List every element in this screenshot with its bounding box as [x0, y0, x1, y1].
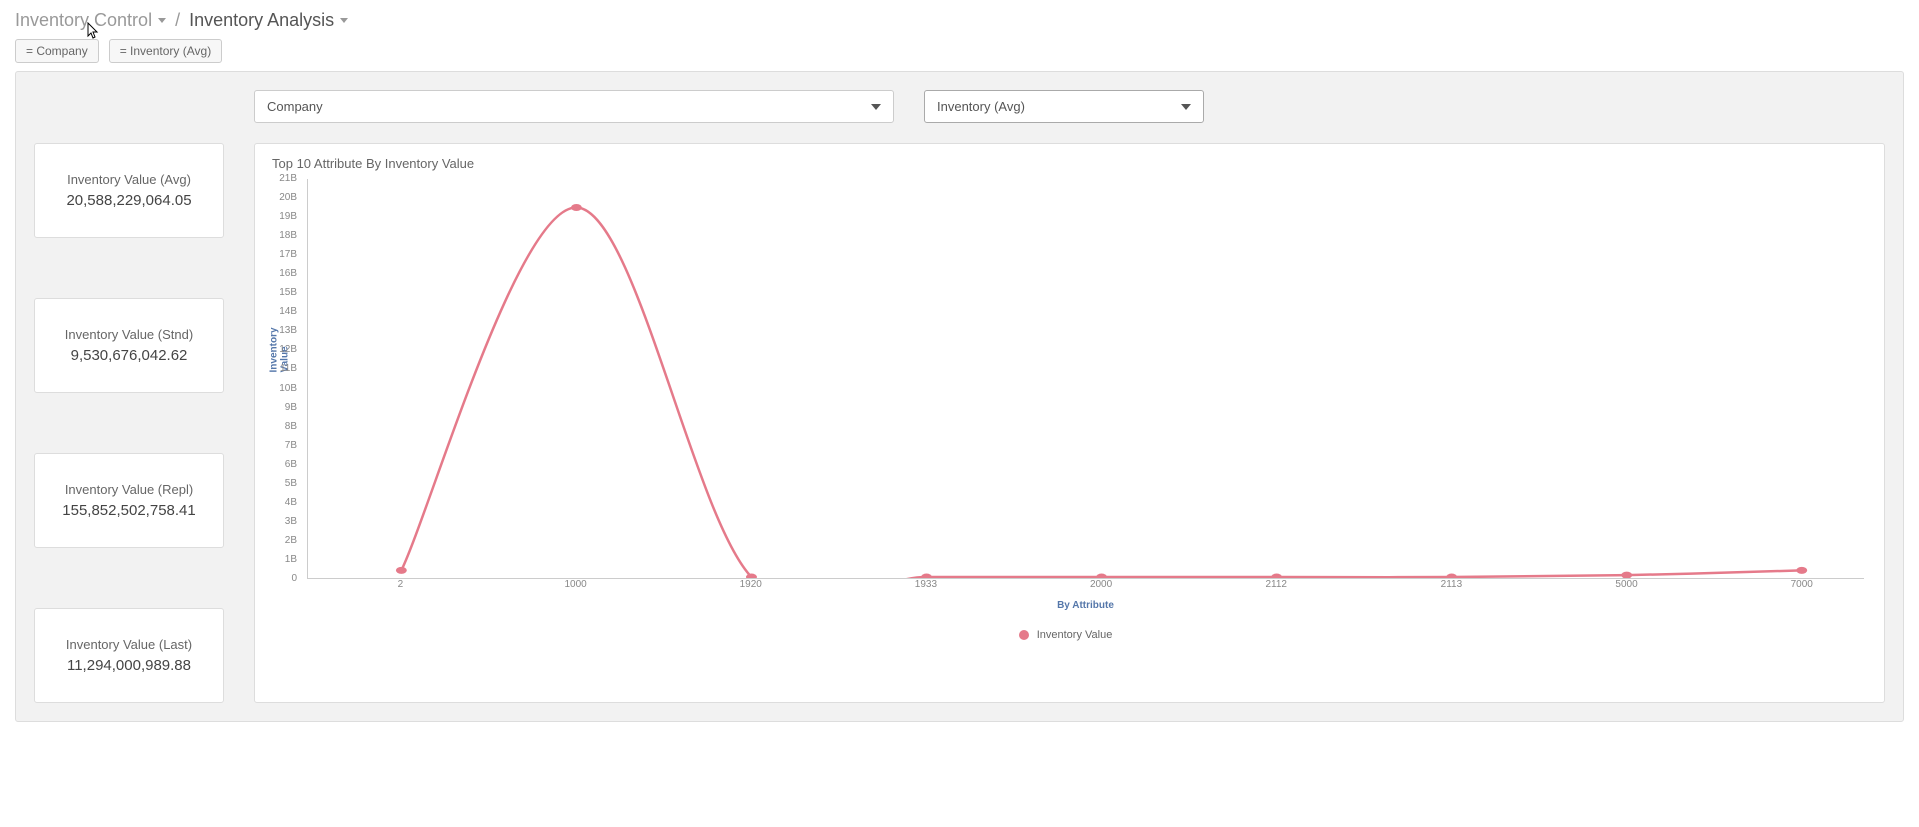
y-tick: 7B [285, 440, 297, 451]
data-point[interactable] [921, 574, 932, 578]
breadcrumb-parent[interactable]: Inventory Control [15, 10, 166, 31]
x-tick: 5000 [1615, 579, 1637, 590]
chip-inventory-avg[interactable]: = Inventory (Avg) [109, 39, 223, 63]
company-dropdown-label: Company [267, 99, 323, 114]
x-tick: 7000 [1791, 579, 1813, 590]
kpi-inventory-value-stnd: Inventory Value (Stnd) 9,530,676,042.62 [34, 298, 224, 393]
chart-area: Inventory Value 01B2B3B4B5B6B7B8B9B10B11… [267, 179, 1864, 609]
kpi-value: 11,294,000,989.88 [67, 657, 191, 674]
y-tick: 11B [280, 363, 297, 374]
kpi-inventory-value-last: Inventory Value (Last) 11,294,000,989.88 [34, 608, 224, 703]
caret-down-icon [340, 18, 348, 23]
y-tick: 16B [279, 268, 297, 279]
data-point[interactable] [1796, 567, 1807, 574]
chart-plot[interactable] [307, 179, 1864, 579]
kpi-label: Inventory Value (Avg) [67, 172, 191, 187]
data-point[interactable] [396, 567, 407, 574]
caret-down-icon [871, 104, 881, 110]
y-tick: 1B [285, 554, 297, 565]
y-tick: 14B [279, 306, 297, 317]
chart-line [401, 207, 1801, 578]
kpi-label: Inventory Value (Repl) [65, 482, 193, 497]
chart-svg [308, 179, 1864, 578]
y-tick: 4B [285, 497, 297, 508]
y-tick: 17B [279, 249, 297, 260]
y-tick: 12B [279, 344, 297, 355]
kpi-column: Inventory Value (Avg) 20,588,229,064.05 … [34, 143, 254, 703]
breadcrumb-separator: / [175, 10, 180, 31]
x-axis: 2 1000 1920 1933 2000 2112 2113 5000 7000 [307, 579, 1864, 594]
legend-label: Inventory Value [1037, 629, 1113, 641]
y-tick: 15B [279, 287, 297, 298]
kpi-value: 9,530,676,042.62 [71, 347, 188, 364]
breadcrumb: Inventory Control / Inventory Analysis [0, 0, 1919, 39]
y-tick: 18B [279, 230, 297, 241]
caret-down-icon [1181, 104, 1191, 110]
breadcrumb-parent-label: Inventory Control [15, 10, 152, 31]
y-axis: Inventory Value 01B2B3B4B5B6B7B8B9B10B11… [267, 179, 301, 579]
kpi-value: 155,852,502,758.41 [62, 502, 195, 519]
data-point[interactable] [1271, 574, 1282, 578]
legend-dot-icon [1019, 630, 1029, 640]
y-tick: 13B [279, 325, 297, 336]
chart-title: Top 10 Attribute By Inventory Value [272, 156, 1864, 171]
company-dropdown[interactable]: Company [254, 90, 894, 123]
x-tick: 2 [398, 579, 404, 590]
x-tick: 1000 [564, 579, 586, 590]
data-point[interactable] [571, 204, 582, 211]
data-point[interactable] [1446, 574, 1457, 578]
kpi-label: Inventory Value (Last) [66, 637, 192, 652]
caret-down-icon [158, 18, 166, 23]
y-tick: 6B [285, 459, 297, 470]
y-tick: 20B [279, 192, 297, 203]
x-tick: 2112 [1265, 579, 1287, 590]
kpi-label: Inventory Value (Stnd) [65, 327, 193, 342]
y-tick: 2B [285, 535, 297, 546]
x-tick: 1920 [740, 579, 762, 590]
chip-company[interactable]: = Company [15, 39, 99, 63]
dashboard-frame: Company Inventory (Avg) Inventory Value … [15, 71, 1904, 722]
x-tick: 1933 [915, 579, 937, 590]
y-tick: 19B [279, 211, 297, 222]
x-axis-label: By Attribute [307, 600, 1864, 611]
data-point[interactable] [1621, 572, 1632, 578]
y-tick: 5B [285, 478, 297, 489]
chart-legend: Inventory Value [267, 629, 1864, 641]
y-tick: 3B [285, 516, 297, 527]
breadcrumb-current[interactable]: Inventory Analysis [189, 10, 348, 31]
y-tick: 0 [291, 573, 297, 584]
x-tick: 2000 [1090, 579, 1112, 590]
data-point[interactable] [1096, 574, 1107, 578]
chart-panel: Top 10 Attribute By Inventory Value Inve… [254, 143, 1885, 703]
x-tick: 2113 [1441, 579, 1463, 590]
y-tick: 9B [285, 402, 297, 413]
breadcrumb-current-label: Inventory Analysis [189, 10, 334, 31]
y-tick: 10B [279, 383, 297, 394]
metric-dropdown[interactable]: Inventory (Avg) [924, 90, 1204, 123]
kpi-value: 20,588,229,064.05 [66, 192, 191, 209]
y-tick: 8B [285, 421, 297, 432]
top-selectors: Company Inventory (Avg) [254, 90, 1885, 123]
kpi-inventory-value-avg: Inventory Value (Avg) 20,588,229,064.05 [34, 143, 224, 238]
y-tick: 21B [279, 173, 297, 184]
filter-chips: = Company = Inventory (Avg) [0, 39, 1919, 71]
metric-dropdown-label: Inventory (Avg) [937, 99, 1025, 114]
kpi-inventory-value-repl: Inventory Value (Repl) 155,852,502,758.4… [34, 453, 224, 548]
